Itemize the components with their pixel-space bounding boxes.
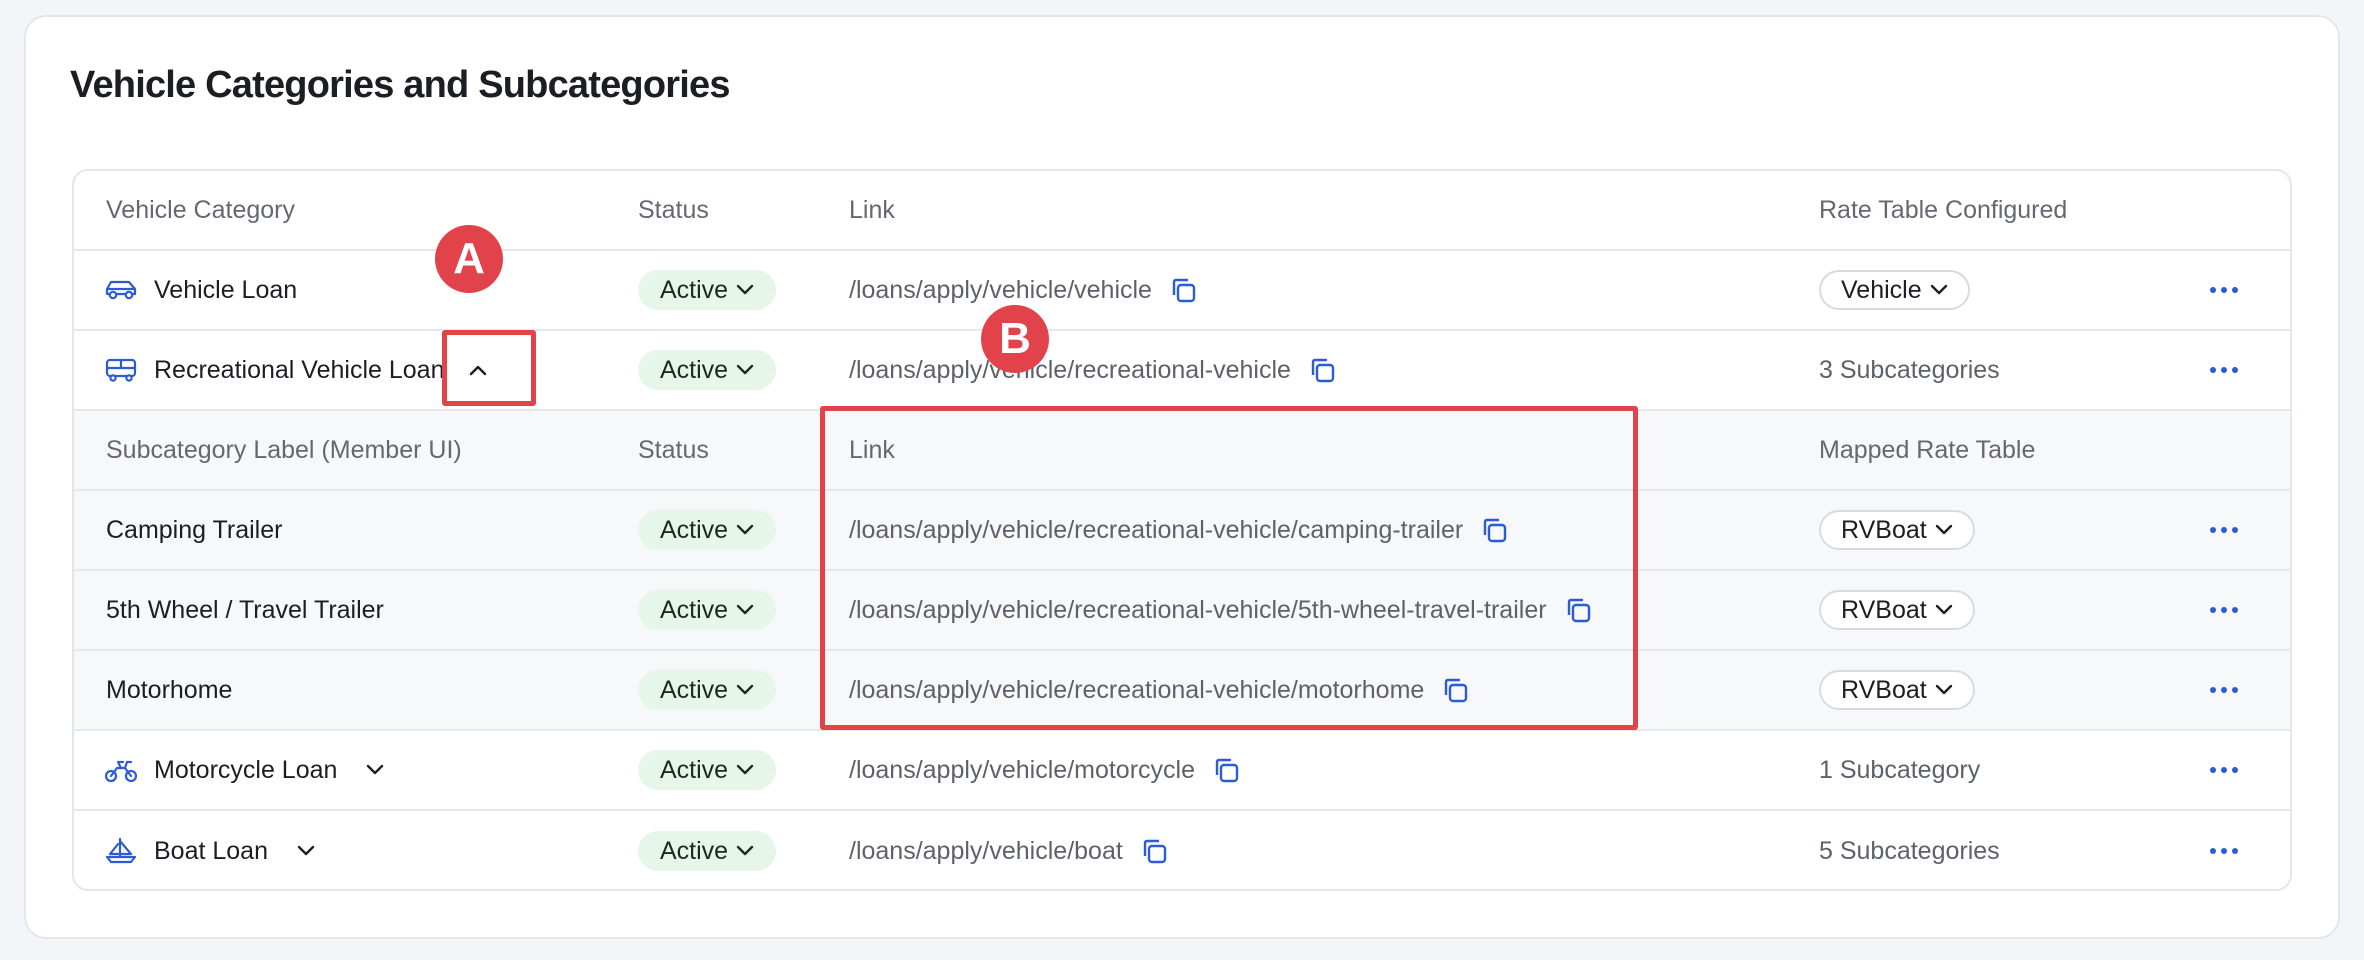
chevron-down-icon xyxy=(367,764,384,775)
category-link: /loans/apply/vehicle/boat xyxy=(849,836,1123,865)
status-dropdown[interactable]: Active xyxy=(638,670,777,710)
category-name: Motorcycle Loan xyxy=(154,755,338,784)
chevron-down-icon xyxy=(1935,684,1952,695)
subcategory-count: 3 Subcategories xyxy=(1819,355,2000,384)
table-row-motorcycle-loan: Motorcycle Loan Active /loans/apply/vehi… xyxy=(74,731,2290,811)
status-label: Active xyxy=(660,755,729,784)
rate-table-label: Vehicle xyxy=(1841,275,1922,304)
more-actions-icon[interactable] xyxy=(2204,275,2244,305)
header-status: Status xyxy=(638,195,709,224)
category-link: /loans/apply/vehicle/vehicle xyxy=(849,275,1152,304)
categories-table: Vehicle Category Status Link Rate Table … xyxy=(72,169,2292,891)
header-link: Link xyxy=(849,195,895,224)
rate-table-label: RVBoat xyxy=(1841,675,1927,704)
car-icon xyxy=(104,275,138,305)
chevron-down-icon xyxy=(736,684,754,695)
chevron-down-icon xyxy=(736,604,754,615)
status-dropdown[interactable]: Active xyxy=(638,350,777,390)
annotation-badge-b: B xyxy=(981,305,1049,373)
category-name: Recreational Vehicle Loan xyxy=(154,355,445,384)
category-link: /loans/apply/vehicle/recreational-vehicl… xyxy=(849,355,1291,384)
status-dropdown[interactable]: Active xyxy=(638,831,777,871)
header-subcategory-label: Subcategory Label (Member UI) xyxy=(106,435,462,464)
subcategory-row: Motorhome Active /loans/apply/vehicle/re… xyxy=(74,651,2290,731)
more-actions-icon[interactable] xyxy=(2204,836,2244,866)
status-label: Active xyxy=(660,355,729,384)
subcategory-name: 5th Wheel / Travel Trailer xyxy=(106,595,384,624)
boat-icon xyxy=(104,836,138,866)
chevron-down-icon xyxy=(1930,284,1947,295)
rate-table-dropdown[interactable]: Vehicle xyxy=(1819,270,1970,310)
copy-icon[interactable] xyxy=(1166,273,1200,307)
subcategory-link: /loans/apply/vehicle/recreational-vehicl… xyxy=(849,595,1547,624)
category-name: Boat Loan xyxy=(154,836,268,865)
status-label: Active xyxy=(660,275,729,304)
chevron-down-icon xyxy=(736,764,754,775)
header-link: Link xyxy=(849,435,895,464)
status-dropdown[interactable]: Active xyxy=(638,510,777,550)
subcategory-header-row: Subcategory Label (Member UI) Status Lin… xyxy=(74,411,2290,491)
subcategory-name: Camping Trailer xyxy=(106,515,283,544)
copy-icon[interactable] xyxy=(1209,753,1243,787)
rate-table-dropdown[interactable]: RVBoat xyxy=(1819,670,1975,710)
more-actions-icon[interactable] xyxy=(2204,515,2244,545)
subcategory-link: /loans/apply/vehicle/recreational-vehicl… xyxy=(849,515,1464,544)
category-link: /loans/apply/vehicle/motorcycle xyxy=(849,755,1195,784)
motorcycle-icon xyxy=(104,755,138,785)
rate-table-label: RVBoat xyxy=(1841,595,1927,624)
subcategory-count: 1 Subcategory xyxy=(1819,755,1981,784)
copy-icon[interactable] xyxy=(1561,593,1595,627)
subcategory-name: Motorhome xyxy=(106,675,233,704)
more-actions-icon[interactable] xyxy=(2204,355,2244,385)
rate-table-label: RVBoat xyxy=(1841,515,1927,544)
chevron-down-icon xyxy=(297,845,315,856)
more-actions-icon[interactable] xyxy=(2204,675,2244,705)
expand-toggle-button[interactable] xyxy=(286,831,326,871)
status-label: Active xyxy=(660,836,729,865)
annotation-badge-a: A xyxy=(435,225,503,293)
more-actions-icon[interactable] xyxy=(2204,595,2244,625)
status-dropdown[interactable]: Active xyxy=(638,750,777,790)
table-row-boat-loan: Boat Loan Active /loans/apply/vehicle/bo… xyxy=(74,811,2290,889)
header-status: Status xyxy=(638,435,709,464)
table-row-vehicle-loan: Vehicle Loan Active /loans/apply/vehicle… xyxy=(74,251,2290,331)
subcategory-count: 5 Subcategories xyxy=(1819,836,2000,865)
copy-icon[interactable] xyxy=(1305,353,1339,387)
chevron-down-icon xyxy=(1935,604,1952,615)
status-label: Active xyxy=(660,675,729,704)
rv-icon xyxy=(104,355,138,385)
copy-icon[interactable] xyxy=(1477,513,1511,547)
header-mapped-rate-table: Mapped Rate Table xyxy=(1819,435,2036,464)
copy-icon[interactable] xyxy=(1438,673,1472,707)
rate-table-dropdown[interactable]: RVBoat xyxy=(1819,510,1975,550)
table-row-recreational-vehicle-loan: Recreational Vehicle Loan Active /loans/… xyxy=(74,331,2290,411)
header-vehicle-category: Vehicle Category xyxy=(106,195,296,224)
chevron-up-icon xyxy=(470,365,487,376)
status-label: Active xyxy=(660,515,729,544)
rate-table-dropdown[interactable]: RVBoat xyxy=(1819,590,1975,630)
more-actions-icon[interactable] xyxy=(2204,755,2244,785)
expand-toggle-button[interactable] xyxy=(355,750,395,790)
category-name: Vehicle Loan xyxy=(154,275,298,304)
status-dropdown[interactable]: Active xyxy=(638,590,777,630)
chevron-down-icon xyxy=(736,284,754,295)
subcategory-row: 5th Wheel / Travel Trailer Active /loans… xyxy=(74,571,2290,651)
chevron-down-icon xyxy=(736,845,754,856)
chevron-down-icon xyxy=(736,364,754,375)
status-label: Active xyxy=(660,595,729,624)
header-rate-table: Rate Table Configured xyxy=(1819,195,2068,224)
chevron-down-icon xyxy=(736,524,754,535)
subcategory-row: Camping Trailer Active /loans/apply/vehi… xyxy=(74,491,2290,571)
page-title: Vehicle Categories and Subcategories xyxy=(70,64,730,106)
status-dropdown[interactable]: Active xyxy=(638,270,777,310)
chevron-down-icon xyxy=(1935,524,1952,535)
table-header-row: Vehicle Category Status Link Rate Table … xyxy=(74,171,2290,251)
collapse-toggle-button[interactable] xyxy=(458,350,498,390)
copy-icon[interactable] xyxy=(1137,834,1171,868)
subcategory-link: /loans/apply/vehicle/recreational-vehicl… xyxy=(849,675,1425,704)
